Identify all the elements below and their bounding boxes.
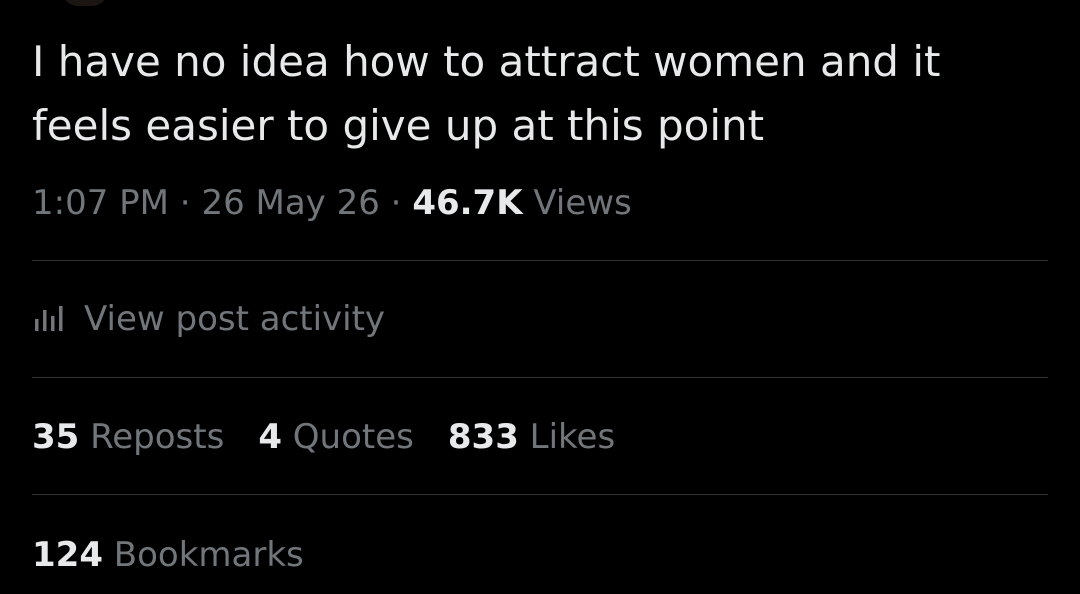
- avatar[interactable]: [62, 0, 108, 6]
- post-meta: 1:07 PM · 26 May 26 · 46.7K Views: [32, 178, 632, 228]
- reposts-count: 35: [32, 417, 80, 457]
- post-date[interactable]: 26 May 26: [201, 183, 379, 223]
- likes-label: Likes: [529, 417, 616, 457]
- bookmarks-count: 124: [32, 535, 103, 575]
- bookmarks-label: Bookmarks: [113, 535, 304, 575]
- divider: [32, 260, 1048, 261]
- quotes-count: 4: [258, 417, 282, 457]
- quotes-label: Quotes: [292, 417, 414, 457]
- likes-stat[interactable]: 833 Likes: [448, 412, 615, 462]
- meta-separator: ·: [379, 183, 413, 223]
- quotes-stat[interactable]: 4 Quotes: [258, 412, 414, 462]
- views-count: 46.7K: [412, 183, 523, 223]
- divider: [32, 377, 1048, 378]
- post-time[interactable]: 1:07 PM: [32, 183, 169, 223]
- bookmarks-stat[interactable]: 124 Bookmarks: [32, 530, 304, 580]
- divider: [32, 494, 1048, 495]
- view-post-activity-label: View post activity: [84, 299, 386, 339]
- view-post-activity-link[interactable]: View post activity: [32, 294, 385, 344]
- reposts-stat[interactable]: 35 Reposts: [32, 412, 224, 462]
- views-label: Views: [533, 183, 632, 223]
- meta-separator: ·: [169, 183, 202, 223]
- likes-count: 833: [447, 417, 519, 457]
- analytics-icon: [35, 306, 63, 331]
- reposts-label: Reposts: [90, 417, 225, 457]
- engagement-stats: 35 Reposts 4 Quotes 833 Likes: [32, 412, 649, 462]
- post-text: I have no idea how to attract women and …: [32, 37, 941, 150]
